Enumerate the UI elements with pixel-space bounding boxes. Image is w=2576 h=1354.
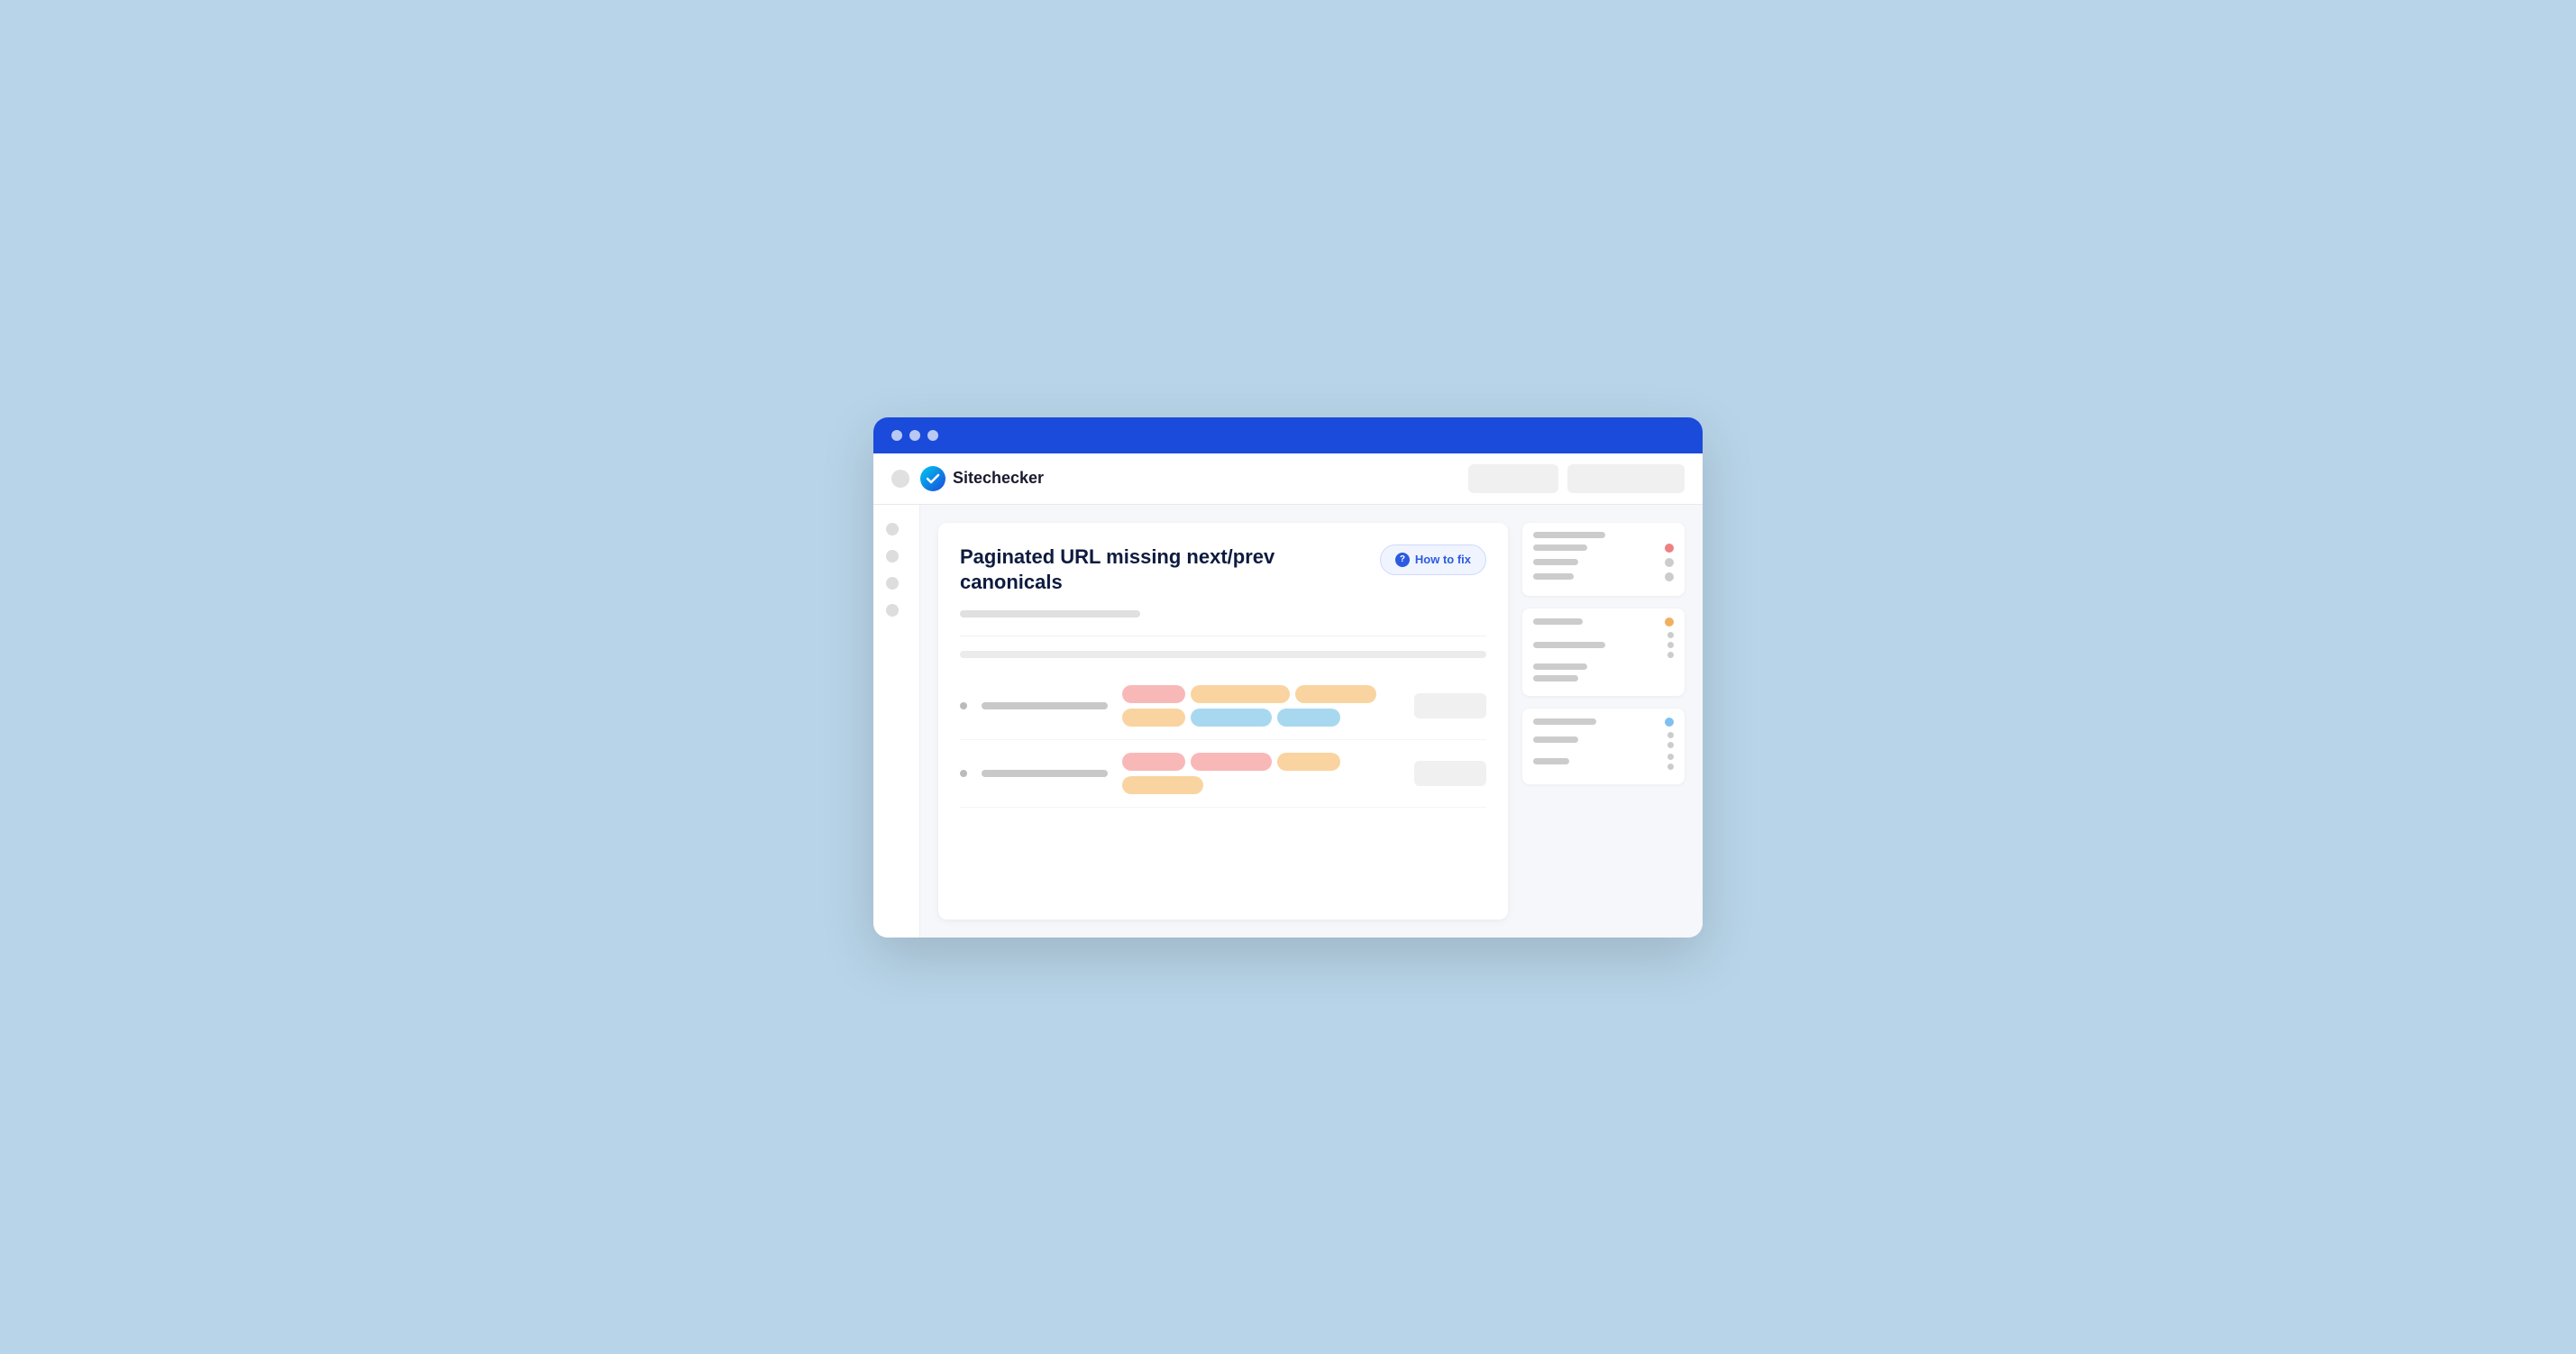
toolbar-button-2[interactable] <box>1567 464 1685 493</box>
filter-bar <box>960 651 1486 658</box>
rp-section-1 <box>1522 523 1685 596</box>
rp-row <box>1533 675 1674 682</box>
content-panel: Paginated URL missing next/prev canonica… <box>938 523 1508 919</box>
rp-bar <box>1533 642 1605 648</box>
sidebar-item-2 <box>886 550 899 563</box>
row-tags-1 <box>1122 685 1400 727</box>
rp-dot-sm <box>1667 742 1674 748</box>
logo-area: Sitechecker <box>920 466 1457 491</box>
right-panel <box>1522 523 1685 919</box>
tag <box>1122 753 1185 771</box>
traffic-light-2 <box>909 430 920 441</box>
row-action-1[interactable] <box>1414 693 1486 718</box>
rp-bar <box>1533 544 1587 551</box>
table-row <box>960 740 1486 808</box>
rp-row <box>1533 532 1674 538</box>
subtitle-bar <box>960 610 1140 618</box>
main-area: Paginated URL missing next/prev canonica… <box>920 505 1703 938</box>
nav-circle <box>891 470 909 488</box>
row-url-2 <box>982 770 1108 777</box>
rp-row <box>1533 732 1674 748</box>
toolbar-button-1[interactable] <box>1468 464 1558 493</box>
how-to-fix-button[interactable]: ? How to fix <box>1380 544 1486 575</box>
logo-text: Sitechecker <box>953 469 1044 488</box>
sidebar-item-4 <box>886 604 899 617</box>
rp-row <box>1533 663 1674 670</box>
tag <box>1277 709 1340 727</box>
traffic-light-1 <box>891 430 902 441</box>
rp-row <box>1533 754 1674 770</box>
tag <box>1191 709 1272 727</box>
row-indicator-1 <box>960 702 967 709</box>
sidebar-item-3 <box>886 577 899 590</box>
help-icon: ? <box>1395 553 1410 567</box>
rp-bar <box>1533 618 1583 625</box>
status-dot-gray <box>1665 558 1674 567</box>
row-tags-2 <box>1122 753 1400 794</box>
status-dot-red <box>1665 544 1674 553</box>
logo-icon <box>920 466 945 491</box>
rp-section-3 <box>1522 709 1685 784</box>
rp-dots-group <box>1667 754 1674 770</box>
rp-dot-sm <box>1667 642 1674 648</box>
rp-row <box>1533 632 1674 658</box>
browser-toolbar: Sitechecker <box>873 453 1703 505</box>
tag <box>1191 753 1272 771</box>
rp-dot-sm <box>1667 754 1674 760</box>
browser-content: Paginated URL missing next/prev canonica… <box>873 505 1703 938</box>
rp-row <box>1533 618 1674 627</box>
issue-header: Paginated URL missing next/prev canonica… <box>960 544 1486 596</box>
toolbar-buttons <box>1468 464 1685 493</box>
table-row <box>960 672 1486 740</box>
status-dot-gray <box>1665 572 1674 581</box>
rp-dot-sm <box>1667 632 1674 638</box>
rp-row <box>1533 572 1674 581</box>
how-to-fix-label: How to fix <box>1415 553 1471 566</box>
rp-dot-sm <box>1667 732 1674 738</box>
rp-row <box>1533 558 1674 567</box>
browser-titlebar <box>873 417 1703 453</box>
tag <box>1277 753 1340 771</box>
tag <box>1122 776 1203 794</box>
rp-row <box>1533 718 1674 727</box>
sidebar-item-1 <box>886 523 899 535</box>
row-url-1 <box>982 702 1108 709</box>
sidebar <box>873 505 920 938</box>
rp-dot-sm <box>1667 652 1674 658</box>
rp-bar <box>1533 559 1578 565</box>
issue-title: Paginated URL missing next/prev canonica… <box>960 544 1302 596</box>
rp-bar <box>1533 718 1596 725</box>
rp-dots-group <box>1667 732 1674 748</box>
rp-bar <box>1533 758 1569 764</box>
tag <box>1122 709 1185 727</box>
rp-dots-group <box>1667 632 1674 658</box>
tag <box>1295 685 1376 703</box>
rp-bar <box>1533 675 1578 682</box>
status-dot-orange <box>1665 618 1674 627</box>
browser-window: Sitechecker Paginated URL missing next/p… <box>873 417 1703 938</box>
rp-bar <box>1533 532 1605 538</box>
rp-row <box>1533 544 1674 553</box>
rp-section-2 <box>1522 608 1685 696</box>
status-dot-blue <box>1665 718 1674 727</box>
row-indicator-2 <box>960 770 967 777</box>
rp-dot-sm <box>1667 764 1674 770</box>
rp-bar <box>1533 736 1578 743</box>
row-action-2[interactable] <box>1414 761 1486 786</box>
tag <box>1191 685 1290 703</box>
rp-bar <box>1533 573 1574 580</box>
rp-bar <box>1533 663 1587 670</box>
traffic-light-3 <box>927 430 938 441</box>
tag <box>1122 685 1185 703</box>
